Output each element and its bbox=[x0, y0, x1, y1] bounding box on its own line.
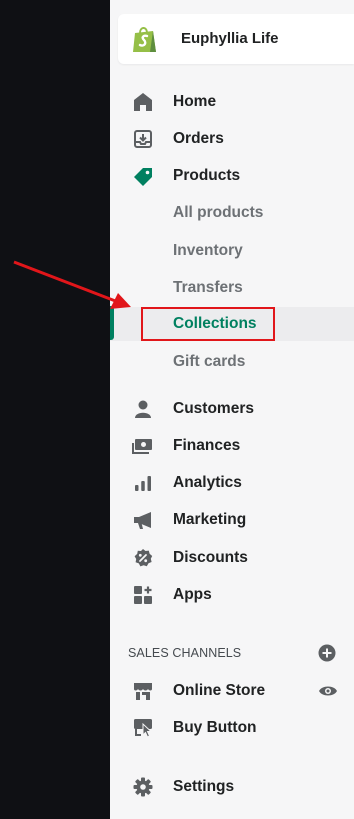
nav-label-home: Home bbox=[173, 93, 217, 110]
active-nav-indicator bbox=[110, 306, 114, 340]
nav-item-finances[interactable]: Finances bbox=[110, 429, 354, 463]
buy-button-icon bbox=[132, 718, 154, 738]
nav-item-products[interactable]: Products bbox=[110, 159, 354, 193]
nav-item-settings[interactable]: Settings bbox=[110, 770, 354, 804]
nav-item-orders[interactable]: Orders bbox=[110, 122, 354, 156]
store-switcher[interactable]: Euphyllia Life bbox=[118, 14, 354, 64]
home-icon bbox=[132, 92, 154, 112]
nav-sublabel-inventory: Inventory bbox=[173, 242, 243, 259]
bar-chart-icon bbox=[132, 473, 154, 493]
store-icon bbox=[132, 681, 154, 701]
nav-label-online-store: Online Store bbox=[173, 682, 266, 699]
sales-channels-heading: SALES CHANNELS bbox=[128, 646, 242, 660]
gear-icon bbox=[132, 777, 154, 797]
nav-item-buy-button[interactable]: Buy Button bbox=[110, 711, 354, 745]
store-name: Euphyllia Life bbox=[181, 30, 279, 47]
nav-label-finances: Finances bbox=[173, 437, 241, 454]
nav-item-marketing[interactable]: Marketing bbox=[110, 503, 354, 537]
nav-subitem-all-products[interactable]: All products bbox=[110, 196, 354, 230]
nav-subitem-gift-cards[interactable]: Gift cards bbox=[110, 345, 354, 379]
nav-sublabel-transfers: Transfers bbox=[173, 279, 243, 296]
nav-item-home[interactable]: Home bbox=[110, 85, 354, 119]
nav-sublabel-gift-cards: Gift cards bbox=[173, 353, 246, 370]
nav-subitem-transfers[interactable]: Transfers bbox=[110, 271, 354, 305]
nav-label-orders: Orders bbox=[173, 130, 224, 147]
annotation-highlight-box bbox=[141, 307, 275, 341]
nav-label-discounts: Discounts bbox=[173, 549, 248, 566]
nav-label-settings: Settings bbox=[173, 778, 235, 795]
nav-subitem-inventory[interactable]: Inventory bbox=[110, 234, 354, 268]
shopify-bag-icon bbox=[130, 24, 160, 54]
nav-label-customers: Customers bbox=[173, 400, 254, 417]
person-icon bbox=[132, 399, 154, 419]
nav-label-buy-button: Buy Button bbox=[173, 719, 257, 736]
nav-item-apps[interactable]: Apps bbox=[110, 578, 354, 612]
apps-icon bbox=[132, 585, 154, 605]
nav-sublabel-all-products: All products bbox=[173, 204, 264, 221]
discount-icon bbox=[132, 548, 154, 568]
finances-icon bbox=[132, 436, 154, 456]
nav-item-customers[interactable]: Customers bbox=[110, 392, 354, 426]
nav-item-online-store[interactable]: Online Store bbox=[110, 674, 354, 708]
nav-label-apps: Apps bbox=[173, 586, 212, 603]
nav-label-analytics: Analytics bbox=[173, 474, 242, 491]
eye-icon[interactable] bbox=[318, 682, 338, 700]
orders-icon bbox=[132, 129, 154, 149]
nav-label-marketing: Marketing bbox=[173, 511, 247, 528]
sidebar: Euphyllia Life Home Orders Products All … bbox=[110, 0, 354, 819]
tag-icon bbox=[132, 166, 154, 186]
megaphone-icon bbox=[132, 510, 154, 530]
plus-circle-icon[interactable] bbox=[318, 644, 336, 662]
nav-item-discounts[interactable]: Discounts bbox=[110, 541, 354, 575]
nav-item-analytics[interactable]: Analytics bbox=[110, 466, 354, 500]
nav-label-products: Products bbox=[173, 167, 241, 184]
